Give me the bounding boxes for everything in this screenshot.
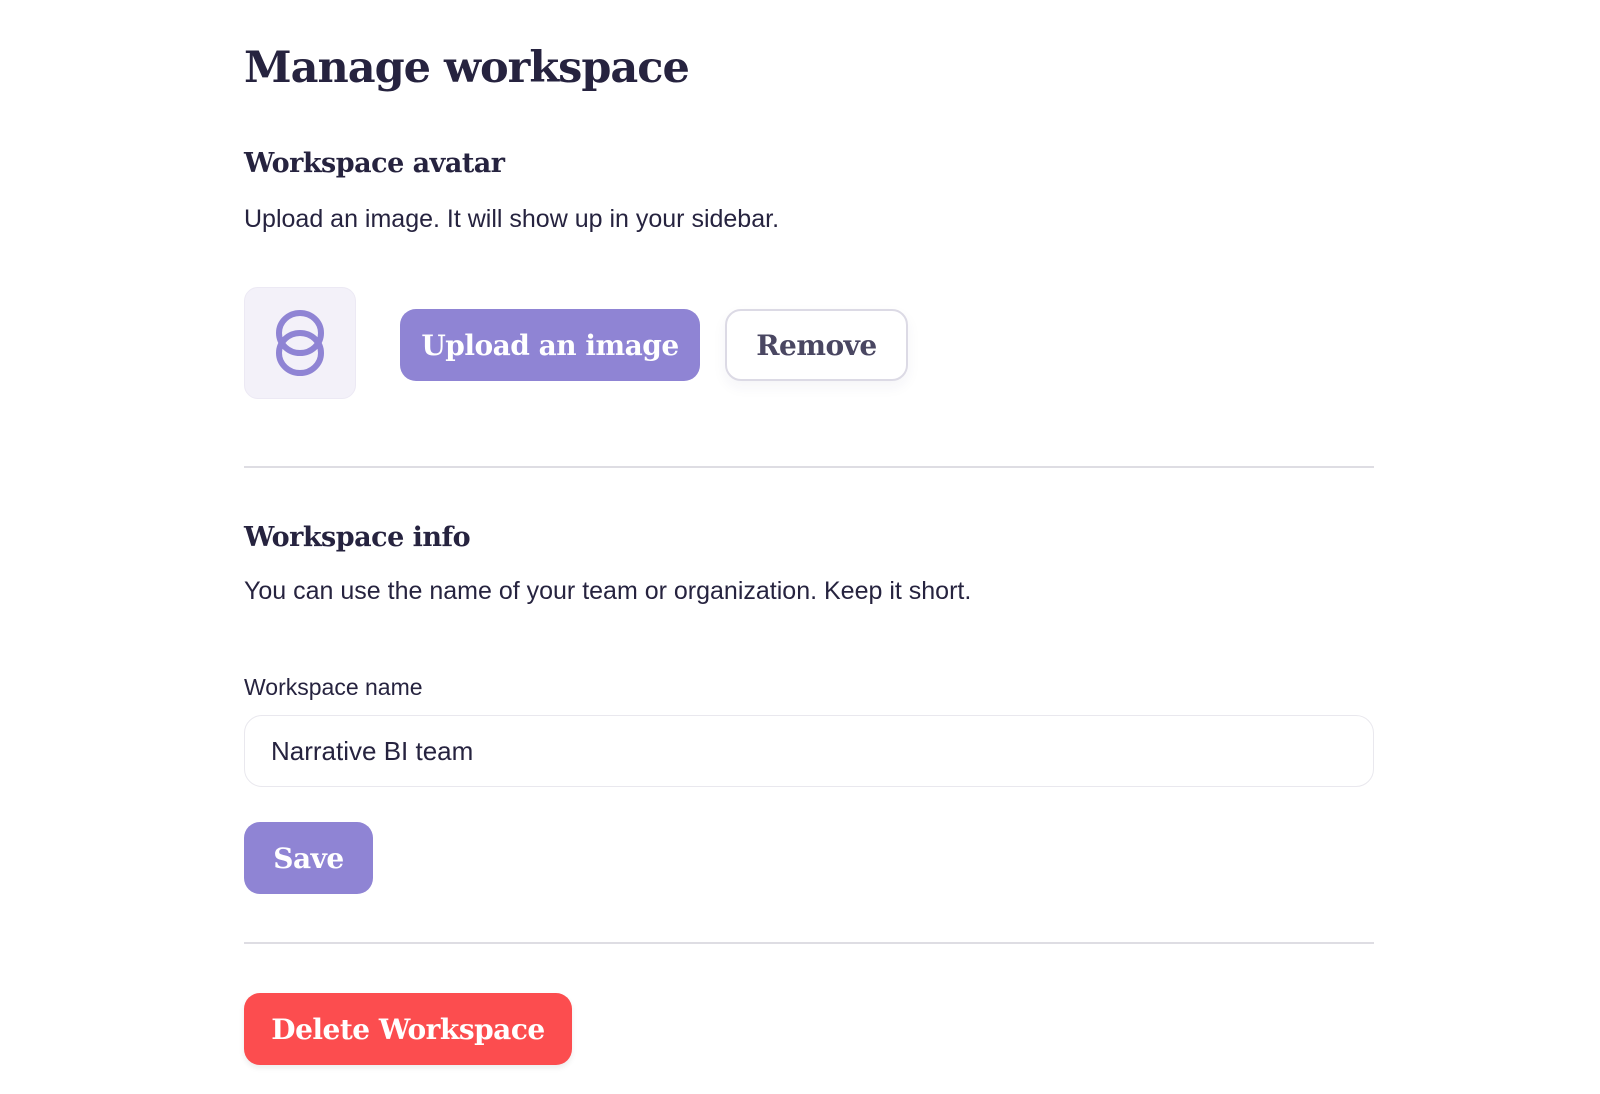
page-title: Manage workspace: [244, 43, 690, 93]
save-button[interactable]: Save: [244, 822, 373, 894]
avatar-section-description: Upload an image. It will show up in your…: [244, 205, 780, 233]
section-divider: [244, 466, 1374, 468]
delete-workspace-button[interactable]: Delete Workspace: [244, 993, 572, 1065]
info-section-title: Workspace info: [244, 522, 471, 553]
workspace-avatar: [244, 287, 356, 399]
remove-avatar-button[interactable]: Remove: [725, 309, 908, 381]
workspace-name-label: Workspace name: [244, 674, 423, 700]
upload-image-button[interactable]: Upload an image: [400, 309, 700, 381]
workspace-name-input[interactable]: [244, 715, 1374, 787]
avatar-section-title: Workspace avatar: [244, 148, 505, 179]
section-divider: [244, 942, 1374, 944]
overlapping-rings-logo-icon: [276, 310, 324, 376]
info-section-description: You can use the name of your team or org…: [244, 577, 972, 605]
